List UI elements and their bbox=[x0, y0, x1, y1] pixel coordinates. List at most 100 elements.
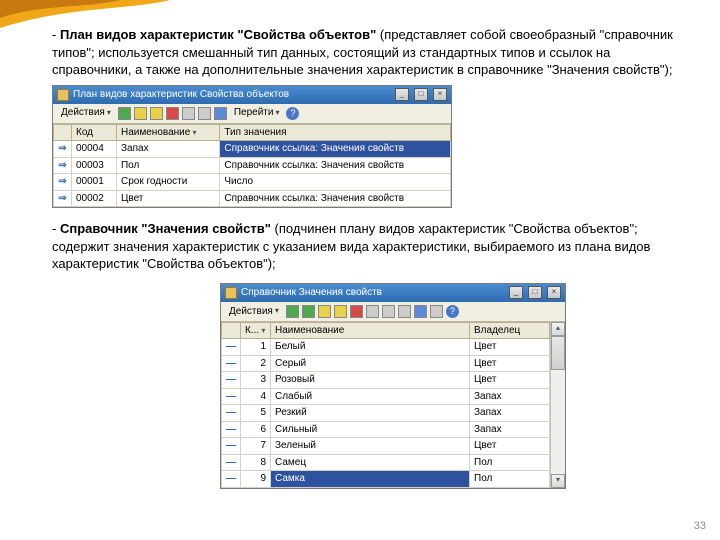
cell-name: Цвет bbox=[116, 190, 219, 207]
table-row[interactable]: —5РезкийЗапах bbox=[222, 405, 550, 422]
cell-k: 5 bbox=[241, 405, 271, 422]
page-number: 33 bbox=[694, 520, 706, 532]
grid-2[interactable]: К... Наименование Владелец —1БелыйЦвет—2… bbox=[221, 322, 550, 488]
copy-icon[interactable] bbox=[150, 107, 163, 120]
help-icon[interactable]: ? bbox=[286, 107, 299, 120]
cell-owner: Цвет bbox=[470, 438, 550, 455]
add-icon[interactable] bbox=[286, 305, 299, 318]
table-row[interactable]: ⇒00002ЦветСправочник ссылка: Значения св… bbox=[54, 190, 451, 207]
cell-name: Сильный bbox=[271, 421, 470, 438]
delete-icon[interactable] bbox=[350, 305, 363, 318]
table-row[interactable]: —4СлабыйЗапах bbox=[222, 388, 550, 405]
close-button[interactable]: × bbox=[433, 88, 447, 101]
row-marker: — bbox=[222, 421, 241, 438]
col-code[interactable]: Код bbox=[72, 124, 117, 141]
cell-k: 7 bbox=[241, 438, 271, 455]
refresh-icon[interactable] bbox=[414, 305, 427, 318]
copy-icon[interactable] bbox=[334, 305, 347, 318]
cell-owner: Запах bbox=[470, 388, 550, 405]
table-row[interactable]: —2СерыйЦвет bbox=[222, 355, 550, 372]
scroll-thumb[interactable] bbox=[551, 336, 565, 370]
col-owner[interactable]: Владелец bbox=[470, 322, 550, 339]
table-row[interactable]: —6СильныйЗапах bbox=[222, 421, 550, 438]
extra-icon[interactable] bbox=[430, 305, 443, 318]
row-marker: — bbox=[222, 372, 241, 389]
goto-menu[interactable]: Перейти▾ bbox=[230, 105, 284, 121]
app-icon bbox=[57, 89, 69, 101]
cell-owner: Запах bbox=[470, 405, 550, 422]
cell-code: 00002 bbox=[72, 190, 117, 207]
sort-icon[interactable] bbox=[198, 107, 211, 120]
cell-name: Розовый bbox=[271, 372, 470, 389]
filter-icon[interactable] bbox=[182, 107, 195, 120]
col-type[interactable]: Тип значения bbox=[220, 124, 451, 141]
col-name[interactable]: Наименование bbox=[271, 322, 470, 339]
add-icon[interactable] bbox=[118, 107, 131, 120]
cell-code: 00003 bbox=[72, 157, 117, 174]
maximize-button[interactable]: □ bbox=[414, 88, 428, 101]
table-row[interactable]: ⇒00003ПолСправочник ссылка: Значения сво… bbox=[54, 157, 451, 174]
row-marker: — bbox=[222, 355, 241, 372]
scroll-down-button[interactable]: ▾ bbox=[551, 474, 565, 488]
minimize-button[interactable]: _ bbox=[509, 286, 523, 299]
cell-owner: Пол bbox=[470, 471, 550, 488]
cell-name: Серый bbox=[271, 355, 470, 372]
cell-type: Справочник ссылка: Значения свойств bbox=[220, 141, 451, 158]
table-row[interactable]: ⇒00001Срок годностиЧисло bbox=[54, 174, 451, 191]
table-row[interactable]: —1БелыйЦвет bbox=[222, 339, 550, 356]
table-row[interactable]: —8СамецПол bbox=[222, 454, 550, 471]
paragraph-1: - План видов характеристик "Свойства объ… bbox=[52, 26, 678, 79]
para1-lead: План видов характеристик "Свойства объек… bbox=[60, 27, 376, 42]
edit-icon[interactable] bbox=[134, 107, 147, 120]
minimize-button[interactable]: _ bbox=[395, 88, 409, 101]
add-group-icon[interactable] bbox=[302, 305, 315, 318]
table-row[interactable]: —9СамкаПол bbox=[222, 471, 550, 488]
cell-owner: Пол bbox=[470, 454, 550, 471]
cell-name: Самец bbox=[271, 454, 470, 471]
table-row[interactable]: —3РозовыйЦвет bbox=[222, 372, 550, 389]
table-row[interactable]: ⇒00004ЗапахСправочник ссылка: Значения с… bbox=[54, 141, 451, 158]
help-icon[interactable]: ? bbox=[446, 305, 459, 318]
hierarchy-icon[interactable] bbox=[366, 305, 379, 318]
cell-k: 6 bbox=[241, 421, 271, 438]
cell-name: Запах bbox=[116, 141, 219, 158]
close-button[interactable]: × bbox=[547, 286, 561, 299]
cell-owner: Запах bbox=[470, 421, 550, 438]
row-marker: — bbox=[222, 471, 241, 488]
toolbar-2: Действия▾ ? bbox=[221, 302, 565, 322]
table-row[interactable]: —7ЗеленыйЦвет bbox=[222, 438, 550, 455]
cell-name: Пол bbox=[116, 157, 219, 174]
refresh-icon[interactable] bbox=[214, 107, 227, 120]
window-title: План видов характеристик Свойства объект… bbox=[73, 88, 289, 102]
cell-name: Слабый bbox=[271, 388, 470, 405]
cell-type: Справочник ссылка: Значения свойств bbox=[220, 190, 451, 207]
edit-icon[interactable] bbox=[318, 305, 331, 318]
row-marker: ⇒ bbox=[54, 157, 72, 174]
col-name[interactable]: Наименование bbox=[116, 124, 219, 141]
actions-menu[interactable]: Действия▾ bbox=[57, 105, 115, 121]
titlebar-2: Справочник Значения свойств _ □ × bbox=[221, 284, 565, 302]
filter-icon[interactable] bbox=[382, 305, 395, 318]
cell-k: 4 bbox=[241, 388, 271, 405]
cell-name: Зеленый bbox=[271, 438, 470, 455]
col-k[interactable]: К... bbox=[241, 322, 271, 339]
cell-k: 1 bbox=[241, 339, 271, 356]
cell-name: Срок годности bbox=[116, 174, 219, 191]
col-marker bbox=[222, 322, 241, 339]
row-marker: — bbox=[222, 405, 241, 422]
cell-k: 2 bbox=[241, 355, 271, 372]
row-marker: ⇒ bbox=[54, 190, 72, 207]
scroll-up-button[interactable]: ▴ bbox=[551, 322, 565, 336]
maximize-button[interactable]: □ bbox=[528, 286, 542, 299]
cell-owner: Цвет bbox=[470, 339, 550, 356]
delete-icon[interactable] bbox=[166, 107, 179, 120]
row-marker: — bbox=[222, 454, 241, 471]
cell-k: 8 bbox=[241, 454, 271, 471]
titlebar-1: План видов характеристик Свойства объект… bbox=[53, 86, 451, 104]
scrollbar[interactable]: ▴ ▾ bbox=[550, 322, 565, 488]
col-marker bbox=[54, 124, 72, 141]
sort-icon[interactable] bbox=[398, 305, 411, 318]
grid-1[interactable]: Код Наименование Тип значения ⇒00004Запа… bbox=[53, 124, 451, 208]
cell-name: Белый bbox=[271, 339, 470, 356]
actions-menu[interactable]: Действия▾ bbox=[225, 304, 283, 320]
